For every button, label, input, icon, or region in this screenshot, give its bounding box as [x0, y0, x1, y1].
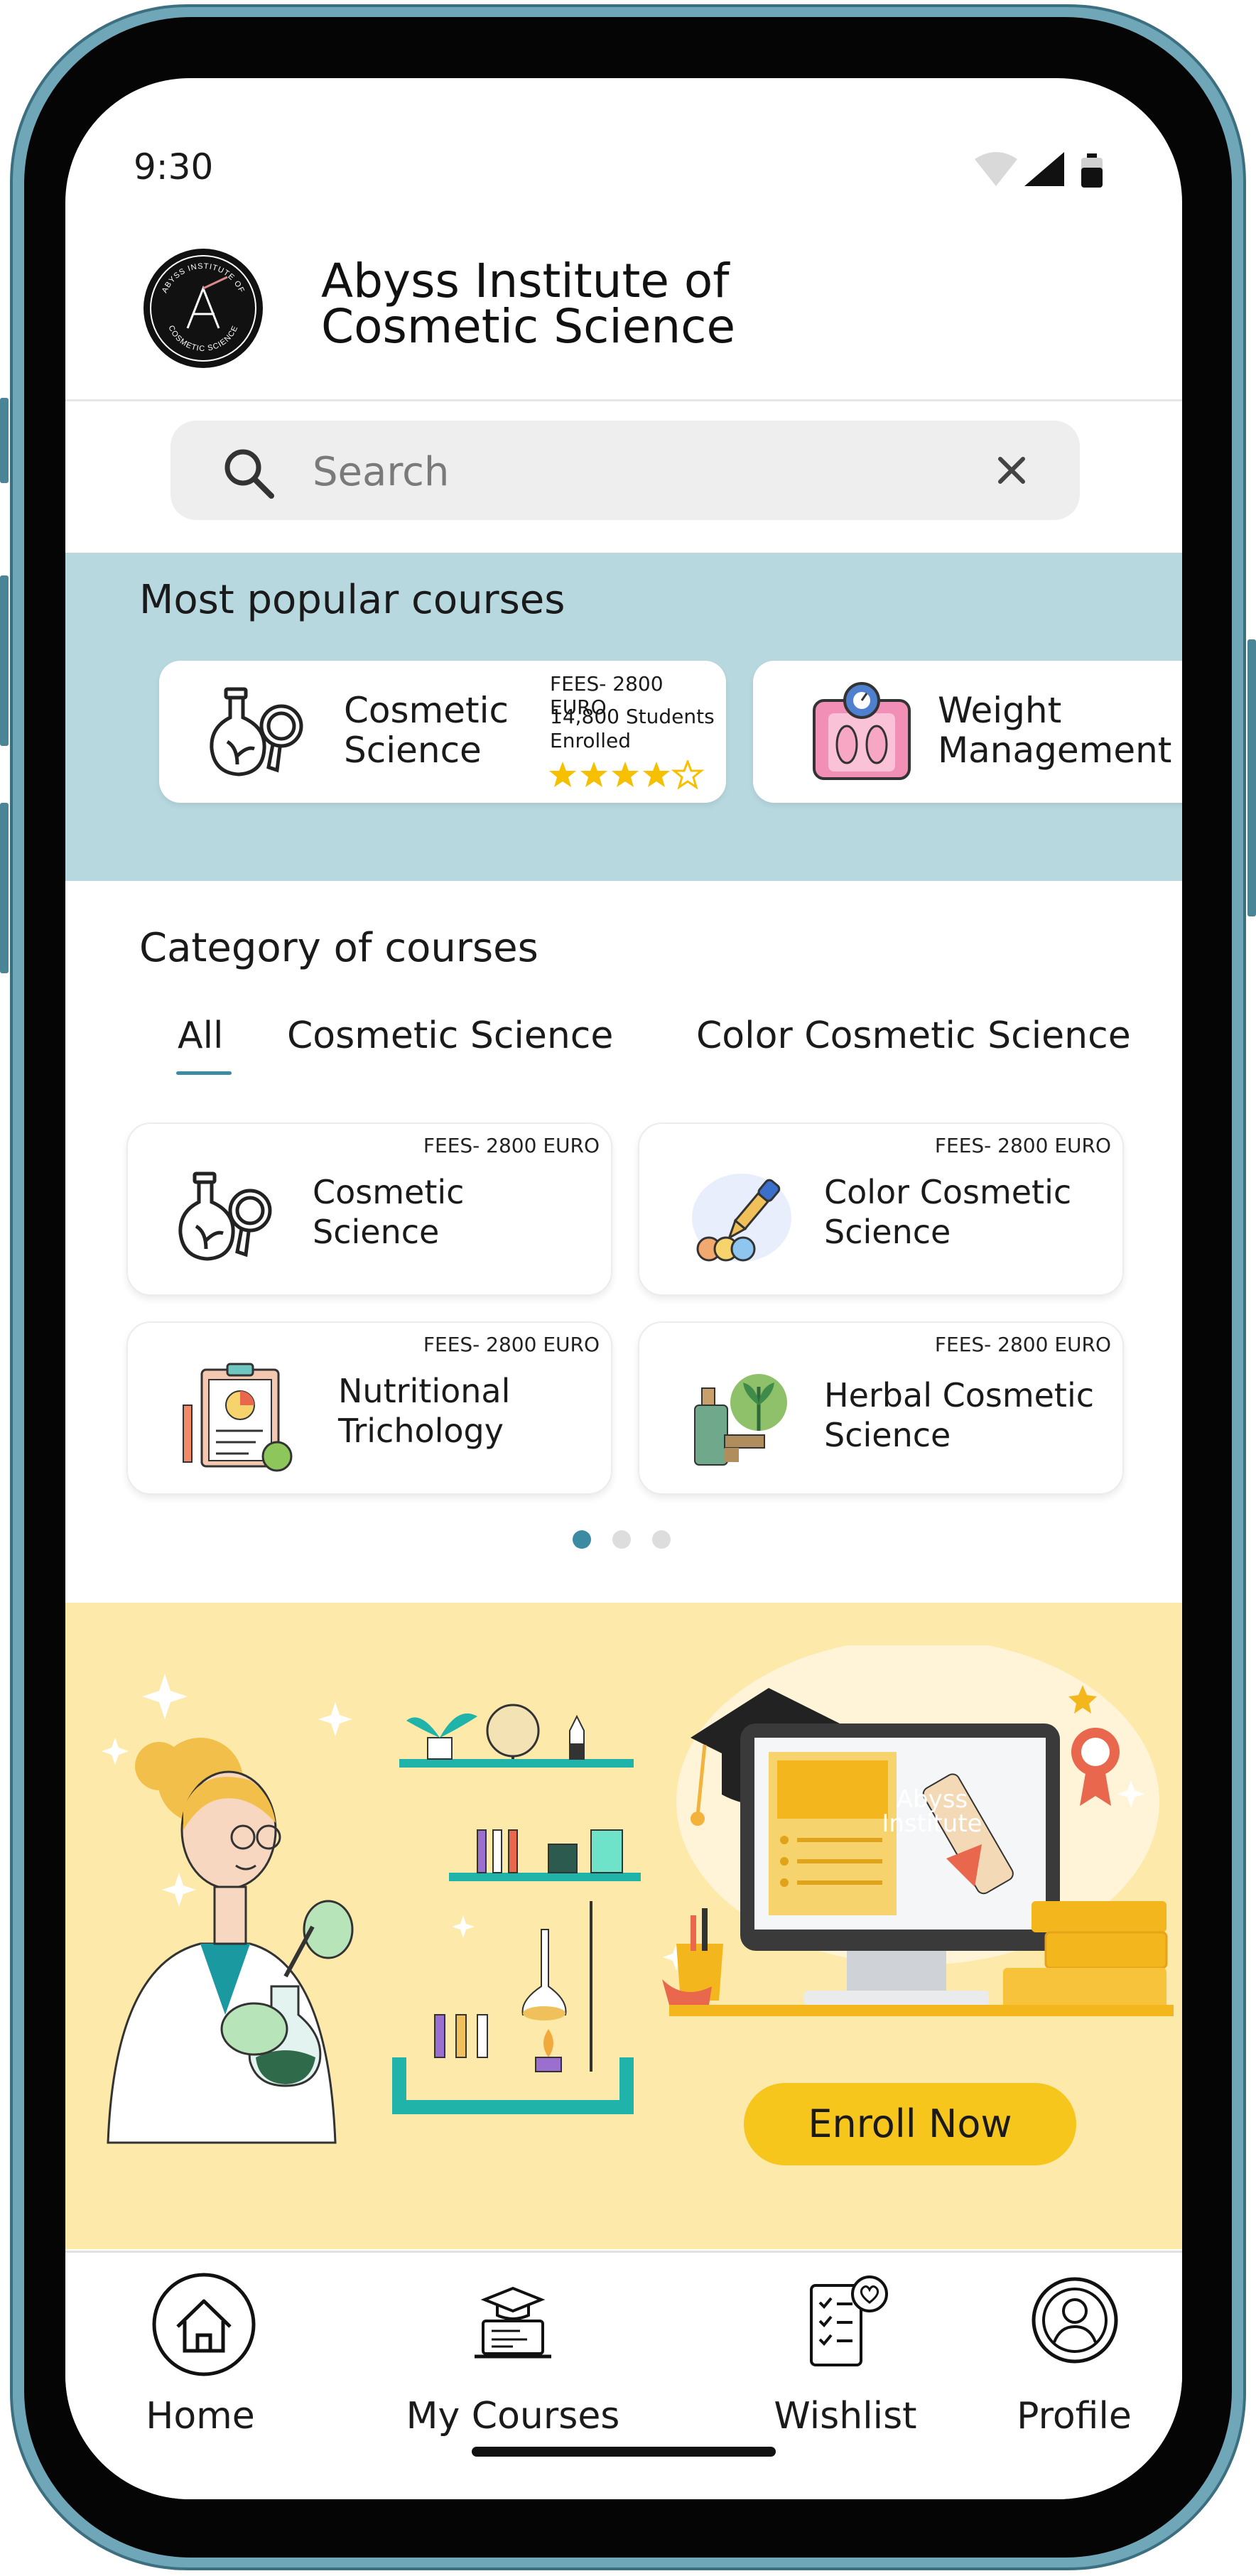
half-star-icon	[673, 760, 703, 789]
certificate-title: Abyss Institute	[871, 1787, 993, 1836]
rating-stars	[548, 760, 705, 794]
app-title-line2: Cosmetic Science	[321, 299, 736, 354]
course-title: Cosmetic Science	[313, 1172, 464, 1252]
bottom-nav: Home My Courses Wishlist Profile	[65, 2251, 1182, 2499]
course-fees: FEES- 2800 EURO	[423, 1134, 600, 1157]
category-title: Category of courses	[139, 925, 538, 971]
app-title: Abyss Institute of Cosmetic Science	[321, 254, 889, 354]
side-button	[0, 398, 9, 483]
popular-card-title-line1: Cosmetic	[344, 690, 509, 731]
course-card[interactable]: FEES- 2800 EURO Cosmetic Science	[126, 1122, 612, 1296]
tab-cosmetic-science[interactable]: Cosmetic Science	[287, 1014, 613, 1057]
star-icon	[549, 762, 576, 787]
course-card[interactable]: FEES- 2800 EURO Nutritional Trichology	[126, 1321, 612, 1495]
certificate-title-line1: Abyss	[896, 1785, 968, 1814]
course-title: Nutritional Trichology	[338, 1371, 510, 1451]
svg-text:COSMETIC SCIENCE: COSMETIC SCIENCE	[166, 324, 239, 353]
popular-card-title: Weight Management	[938, 691, 1171, 770]
side-button	[0, 803, 9, 973]
pagination-dot-active[interactable]	[573, 1530, 591, 1549]
course-fees: FEES- 2800 EURO	[934, 1134, 1111, 1157]
pagination-dot[interactable]	[652, 1530, 671, 1549]
star-icon	[643, 762, 670, 787]
checklist-heart-icon	[810, 2275, 888, 2366]
popular-section: Most popular courses Cosmetic Science FE…	[65, 553, 1182, 881]
nav-item-home[interactable]: Home	[94, 2253, 307, 2437]
app-header: ABYSS INSTITUTE OF COSMETIC SCIENCE Abys…	[65, 234, 1182, 401]
nav-label: My Courses	[406, 2395, 620, 2437]
popular-card-students-line2: Enrolled	[550, 729, 632, 752]
tab-all[interactable]: All	[178, 1014, 223, 1057]
side-button	[1247, 639, 1256, 916]
nav-item-my-courses[interactable]: My Courses	[392, 2253, 634, 2437]
flask-magnifier-icon	[178, 1171, 272, 1261]
color-dropper-icon	[692, 1174, 791, 1262]
logo-emblem	[186, 276, 228, 329]
course-title-line1: Cosmetic	[313, 1173, 465, 1211]
pagination-dot[interactable]	[612, 1530, 631, 1549]
star-icon	[612, 762, 639, 787]
popular-course-card[interactable]: Cosmetic Science FEES- 2800 EURO 14,800 …	[159, 661, 726, 803]
home-icon	[152, 2273, 256, 2376]
popular-card-title-line1: Weight	[938, 690, 1062, 731]
nav-item-profile[interactable]: Profile	[968, 2253, 1181, 2437]
popular-card-title: Cosmetic Science	[344, 691, 509, 770]
popular-course-card[interactable]: Weight Management	[753, 661, 1182, 803]
course-card[interactable]: FEES- 2800 EURO Color Cosmetic Science	[638, 1122, 1124, 1296]
course-card[interactable]: FEES- 2800 EURO Herbal Cosmetic Science	[638, 1321, 1124, 1495]
battery-icon	[1081, 153, 1103, 188]
star-icon	[580, 762, 607, 787]
scientist-illustration	[102, 1674, 641, 2144]
app-screen: 9:30 ABYSS INSTITUTE OF COSMETIC SCIENCE…	[65, 78, 1182, 2499]
status-time: 9:30	[134, 146, 214, 188]
app-title-line1: Abyss Institute of	[321, 254, 730, 308]
weight-scale-icon	[813, 682, 911, 780]
nav-label: Wishlist	[774, 2395, 917, 2437]
course-fees: FEES- 2800 EURO	[423, 1333, 600, 1356]
course-title: Color Cosmetic Science	[824, 1172, 1071, 1252]
user-circle-icon	[1032, 2277, 1118, 2364]
popular-title: Most popular courses	[139, 577, 565, 623]
tab-color-cosmetic-science[interactable]: Color Cosmetic Science	[696, 1014, 1131, 1057]
search-input[interactable]: Search	[313, 449, 449, 495]
course-title-line2: Science	[824, 1416, 951, 1454]
course-title-line1: Color Cosmetic	[824, 1173, 1072, 1211]
course-title-line2: Science	[824, 1213, 951, 1251]
course-title-line1: Nutritional	[338, 1372, 511, 1410]
certificate-title-line2: Institute	[882, 1809, 982, 1838]
clipboard-chart-icon	[183, 1363, 293, 1472]
graduation-laptop-icon	[475, 2286, 551, 2359]
sparkle-icon	[102, 1674, 475, 1938]
course-title-line1: Herbal Cosmetic	[824, 1376, 1095, 1414]
side-button	[0, 575, 9, 746]
close-icon[interactable]	[990, 449, 1033, 492]
nav-item-wishlist[interactable]: Wishlist	[739, 2253, 952, 2437]
home-indicator[interactable]	[472, 2447, 776, 2457]
popular-card-students: 14,800 Students Enrolled	[550, 705, 715, 753]
online-course-illustration	[662, 1645, 1174, 2016]
course-fees: FEES- 2800 EURO	[934, 1333, 1111, 1356]
nav-label: Home	[146, 2395, 255, 2437]
popular-card-students-line1: 14,800 Students	[550, 705, 715, 728]
popular-card-title-line2: Science	[344, 730, 482, 771]
status-icons	[973, 149, 1115, 195]
logo: ABYSS INSTITUTE OF COSMETIC SCIENCE	[144, 249, 263, 368]
wifi-icon	[975, 152, 1017, 186]
course-title-line2: Science	[313, 1213, 440, 1251]
enroll-now-button[interactable]: Enroll Now	[744, 2083, 1076, 2165]
course-title-line2: Trichology	[338, 1412, 504, 1450]
flask-magnifier-icon	[210, 687, 303, 776]
course-title: Herbal Cosmetic Science	[824, 1375, 1094, 1455]
popular-card-title-line2: Management	[938, 730, 1172, 771]
nav-label: Profile	[1017, 2395, 1132, 2437]
search-bar[interactable]: Search	[170, 421, 1080, 520]
signal-icon	[1024, 152, 1064, 186]
search-icon	[224, 449, 274, 499]
tab-active-indicator	[176, 1071, 232, 1075]
herbal-bottle-icon	[694, 1374, 787, 1466]
